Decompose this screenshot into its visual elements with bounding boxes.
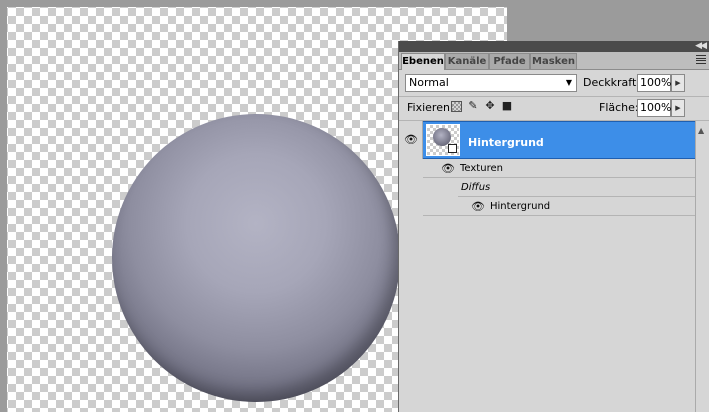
layer-thumbnail	[426, 124, 460, 156]
tab-kanaele[interactable]: Kanäle	[445, 53, 489, 69]
eye-icon[interactable]: 👁	[404, 133, 418, 146]
lock-label: Fixieren:	[407, 101, 454, 114]
separator	[399, 96, 709, 97]
sub-item-label: Diffus	[461, 182, 491, 193]
workspace-left-edge	[0, 0, 7, 412]
3d-layer-badge-icon	[448, 144, 457, 153]
fill-input[interactable]: 100%	[637, 99, 671, 117]
panel-title-bar: ◀◀	[399, 41, 709, 52]
lock-image-pixels-icon[interactable]: ✎	[467, 100, 479, 112]
sphere-object	[112, 114, 400, 402]
panel-tab-bar: Ebenen Kanäle Pfade Masken	[399, 52, 709, 70]
fill-slider-button[interactable]: ▶	[671, 99, 685, 117]
lock-icons: ✎ ✥ ■	[451, 100, 513, 112]
sub-item-diffus[interactable]: Diffus	[458, 178, 695, 197]
eye-icon[interactable]: 👁	[441, 162, 455, 175]
sub-item-label: Hintergrund	[490, 201, 551, 212]
eye-icon[interactable]: 👁	[471, 200, 485, 213]
dropdown-arrow-icon: ▼	[565, 78, 572, 87]
tab-ebenen[interactable]: Ebenen	[401, 53, 445, 70]
panel-menu-icon[interactable]	[696, 55, 706, 64]
layers-panel: ◀◀ Ebenen Kanäle Pfade Masken Normal ▼ D…	[398, 41, 709, 412]
sub-item-label: Texturen	[460, 163, 503, 174]
opacity-slider-button[interactable]: ▶	[671, 74, 685, 92]
sub-item-hintergrund[interactable]: 👁 Hintergrund	[423, 197, 695, 216]
lock-all-icon[interactable]: ■	[501, 100, 513, 112]
layer-name[interactable]: Hintergrund	[468, 136, 544, 149]
fill-label: Fläche:	[599, 101, 639, 114]
layer-visibility-cell[interactable]: 👁	[399, 121, 423, 159]
lock-transparent-pixels-icon[interactable]	[451, 100, 462, 112]
scroll-up-arrow-icon[interactable]: ▲	[698, 126, 704, 135]
workspace-top-edge	[0, 0, 507, 7]
opacity-input[interactable]: 100%	[637, 74, 671, 92]
collapse-panel-icon[interactable]: ◀◀	[695, 41, 707, 52]
sub-item-texturen[interactable]: 👁 Texturen	[423, 159, 695, 178]
layers-scrollbar[interactable]: ▲	[695, 121, 709, 412]
opacity-label: Deckkraft:	[583, 76, 640, 89]
lock-position-icon[interactable]: ✥	[484, 100, 496, 112]
blend-mode-select[interactable]: Normal ▼	[405, 74, 577, 92]
blend-mode-value: Normal	[409, 76, 449, 89]
tab-pfade[interactable]: Pfade	[489, 53, 530, 69]
tab-masken[interactable]: Masken	[530, 53, 577, 69]
